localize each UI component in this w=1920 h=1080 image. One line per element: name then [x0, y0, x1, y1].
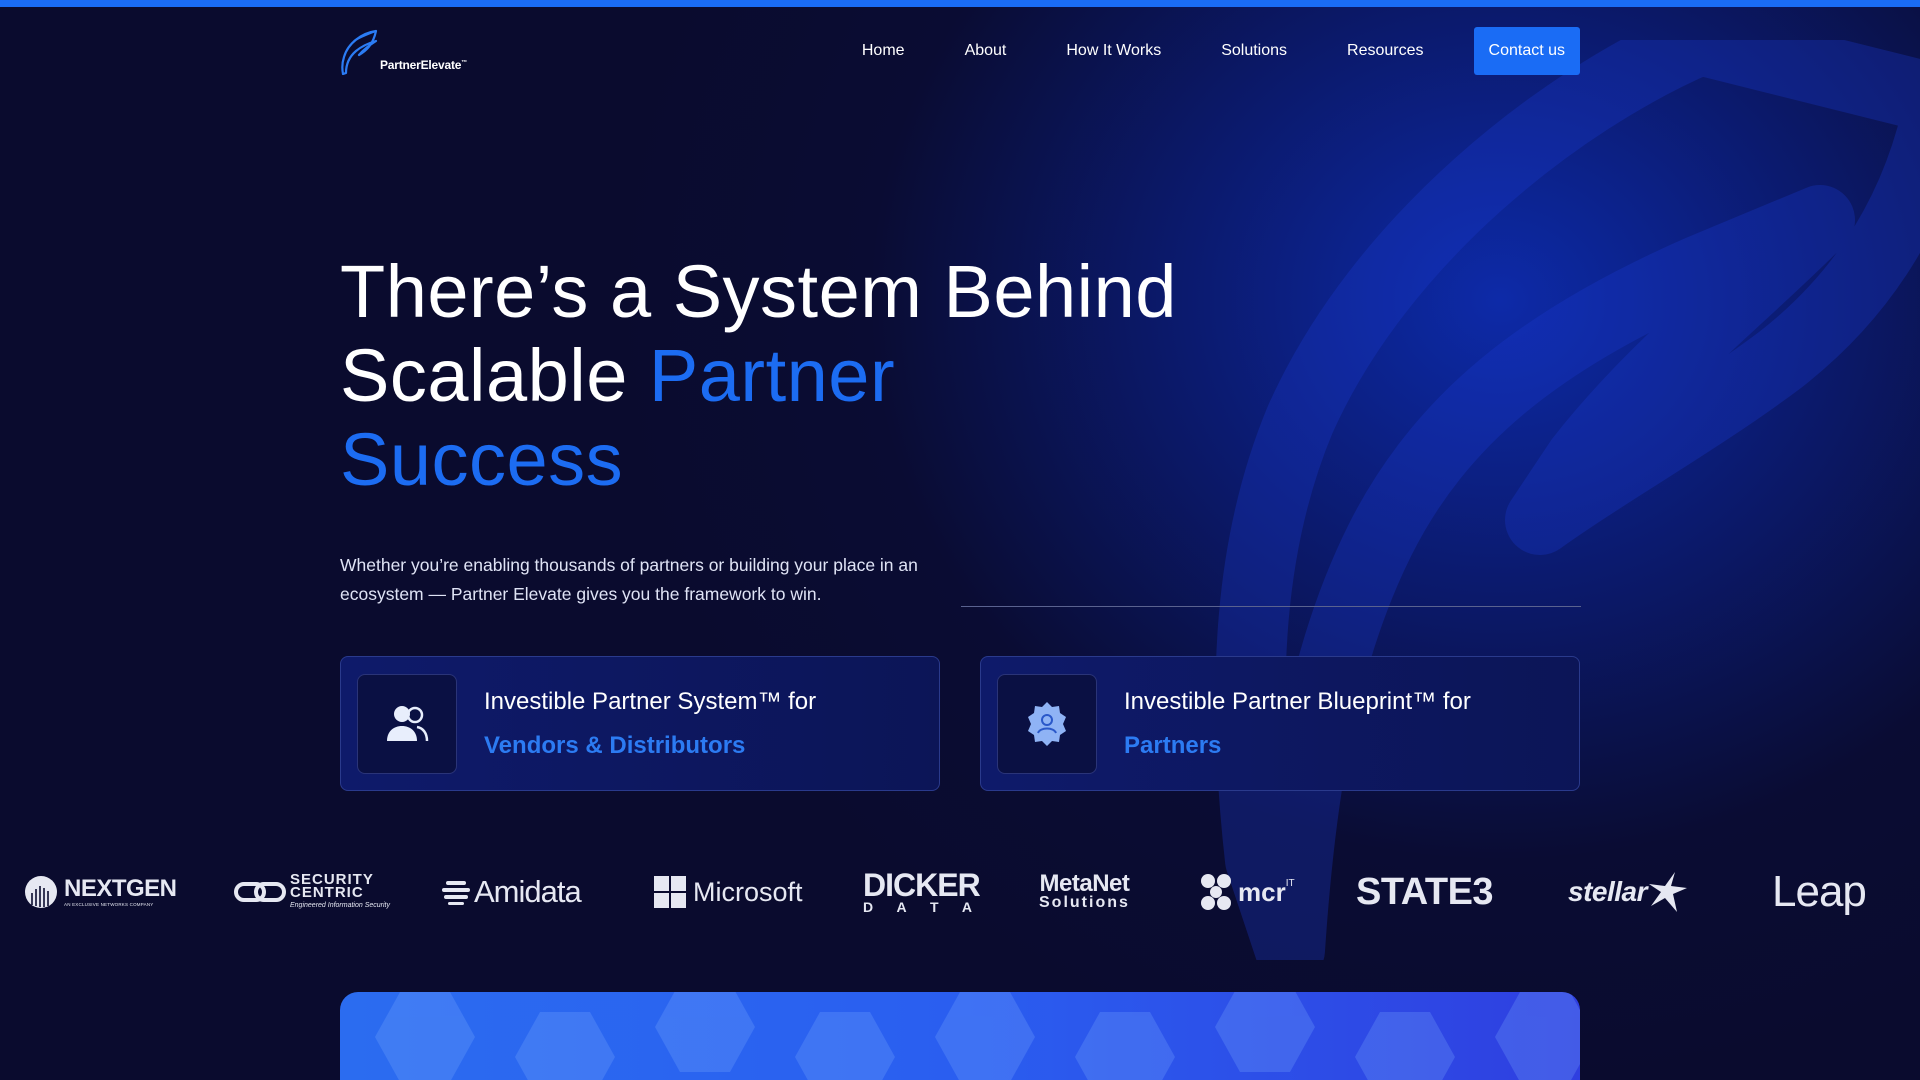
nav-home[interactable]: Home: [862, 42, 905, 60]
hexagon-pattern: [375, 992, 1580, 1080]
headline-line-2-accent: Partner: [648, 334, 896, 417]
logo-microsoft: Microsoft: [654, 876, 803, 908]
nav-menu: Home About How It Works Solutions Resour…: [862, 27, 1580, 75]
partner-logos-strip: NEXTGEN AN EXCLUSIVE NETWORKS COMPANY SE…: [20, 862, 1920, 922]
logo-metanet: MetaNet Solutions: [1039, 870, 1130, 911]
logo-dicker-data: DICKER D A T A: [863, 867, 982, 915]
card-text: Investible Partner System™ for Vendors &…: [484, 688, 816, 760]
card-heading: Investible Partner System™ for: [484, 687, 817, 715]
logo-stellar: stellar: [1568, 870, 1689, 914]
logo-mcr-it: mcr IT: [1198, 872, 1295, 912]
nav-about[interactable]: About: [965, 42, 1007, 60]
brand-feather-watermark: [1215, 40, 1920, 960]
site-logo[interactable]: PartnerElevate™: [340, 27, 467, 75]
headline-line-1: There’s a System Behind: [340, 250, 1177, 333]
nav-resources[interactable]: Resources: [1347, 42, 1423, 60]
star-icon: [1649, 872, 1687, 912]
mcr-mark-icon: [1201, 874, 1231, 910]
chain-link-icon: [234, 882, 286, 902]
microsoft-grid-icon: [654, 876, 686, 908]
top-accent-bar: [0, 0, 1920, 7]
nav-solutions[interactable]: Solutions: [1221, 42, 1287, 60]
card-icon-container: [997, 673, 1097, 774]
main-navigation: PartnerElevate™ Home About How It Works …: [340, 27, 1580, 75]
badge-user-icon: [1028, 701, 1066, 746]
next-section-panel: [340, 992, 1580, 1080]
logo-state3: STATE3: [1356, 870, 1494, 913]
logo-nextgen: NEXTGEN AN EXCLUSIVE NETWORKS COMPANY: [24, 875, 177, 909]
logo-leap: Leap: [1772, 867, 1867, 916]
nextgen-mark-icon: [25, 876, 57, 908]
logo-wordmark: PartnerElevate™: [380, 58, 468, 72]
card-heading: Investible Partner Blueprint™ for: [1124, 687, 1471, 715]
amidata-mark-icon: [442, 881, 470, 905]
headline-line-3-accent: Success: [340, 418, 624, 501]
card-text: Investible Partner Blueprint™ for Partne…: [1124, 688, 1471, 760]
hero-headline: There’s a System Behind Scalable Partner…: [340, 250, 1240, 502]
headline-line-2-plain: Scalable: [340, 334, 649, 417]
nav-how-it-works[interactable]: How It Works: [1066, 42, 1161, 60]
hero-subtitle: Whether you’re enabling thousands of par…: [340, 555, 918, 604]
card-audience[interactable]: Partners: [1124, 732, 1471, 760]
feather-logo-icon: [341, 29, 378, 75]
hero-divider: [961, 606, 1581, 607]
vendors-distributors-card[interactable]: Investible Partner System™ for Vendors &…: [340, 656, 940, 791]
partners-card[interactable]: Investible Partner Blueprint™ for Partne…: [980, 656, 1580, 791]
users-icon: [387, 705, 429, 741]
contact-us-button[interactable]: Contact us: [1473, 27, 1580, 75]
logo-security-centric: SECURITY CENTRIC Engineered Information …: [234, 872, 390, 912]
card-icon-container: [357, 673, 457, 774]
card-audience[interactable]: Vendors & Distributors: [484, 732, 816, 760]
logo-amidata: Amidata: [442, 874, 582, 910]
